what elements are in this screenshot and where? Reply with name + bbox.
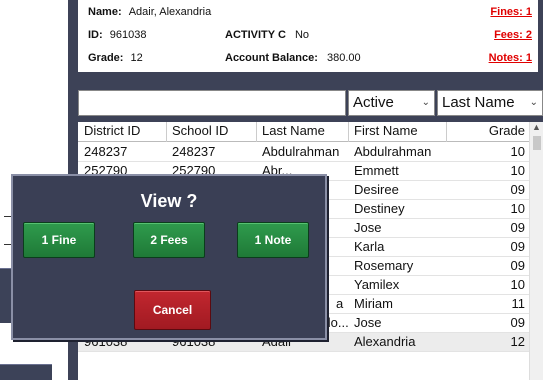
- cancel-button[interactable]: Cancel: [134, 290, 211, 330]
- balance-row: Account Balance: 380.00: [225, 52, 361, 64]
- status-select-value: Active: [353, 94, 394, 111]
- cell-first-name: Miriam: [354, 296, 393, 311]
- cell-grade: 11: [511, 296, 526, 311]
- column-divider: [256, 122, 257, 142]
- chevron-down-icon: ⌄: [421, 97, 430, 108]
- view-dialog: View ? 1 Fine 2 Fees 1 Note Cancel: [11, 174, 327, 340]
- cell-first-name: Abdulrahman: [354, 144, 432, 159]
- cell-last-name: Abdulrahman: [262, 144, 340, 159]
- view-fees-button[interactable]: 2 Fees: [133, 222, 205, 258]
- cell-grade: 09: [510, 258, 525, 273]
- cell-grade: 10: [510, 277, 525, 292]
- cell-grade: 09: [510, 220, 525, 235]
- student-id: 961038: [109, 29, 147, 41]
- fines-link[interactable]: Fines: 1: [490, 6, 532, 18]
- column-header-district-id[interactable]: District ID: [84, 123, 164, 138]
- column-divider: [166, 122, 167, 142]
- status-select[interactable]: Active ⌄: [348, 90, 435, 116]
- sort-select[interactable]: Last Name ⌄: [437, 90, 543, 116]
- column-divider: [446, 122, 447, 142]
- grade-label: Grade:: [88, 52, 124, 64]
- cell-grade: 09: [510, 182, 525, 197]
- cell-first-name: Rosemary: [354, 258, 414, 273]
- table-header: District ID School ID Last Name First Na…: [78, 122, 529, 142]
- cell-first-name: Destiney: [354, 201, 405, 216]
- chevron-down-icon: ⌄: [529, 97, 538, 108]
- cell-grade: 12: [510, 334, 525, 349]
- dialog-title: View ?: [140, 191, 198, 211]
- table-row[interactable]: 248237 248237 Abdulrahman Abdulrahman 10: [78, 143, 529, 162]
- student-grade: 12: [130, 52, 143, 64]
- cell-grade: 10: [510, 201, 525, 216]
- cell-school-id: 248237: [172, 144, 216, 159]
- notes-link[interactable]: Notes: 1: [489, 52, 532, 64]
- cell-grade: 10: [510, 163, 525, 178]
- activity-label: ACTIVITY C: [225, 29, 286, 41]
- cell-grade: 09: [510, 315, 525, 330]
- cell-first-name: Alexandria: [354, 334, 416, 349]
- scroll-up-arrow-icon[interactable]: ▲: [532, 122, 541, 132]
- column-header-grade[interactable]: Grade: [465, 123, 525, 138]
- student-id-row: ID: 961038: [88, 29, 146, 41]
- balance-label: Account Balance:: [225, 52, 318, 64]
- column-header-last-name[interactable]: Last Name: [262, 123, 348, 138]
- column-header-first-name[interactable]: First Name: [354, 123, 444, 138]
- id-label: ID:: [88, 29, 103, 41]
- student-name-row: Name: Adair, Alexandria: [88, 6, 211, 18]
- account-balance: 380.00: [326, 52, 361, 64]
- cell-first-name: Karla: [354, 239, 385, 254]
- student-info-panel: Name: Adair, Alexandria ID: 961038 Grade…: [78, 0, 538, 72]
- cell-first-name: Emmett: [354, 163, 399, 178]
- search-input[interactable]: [78, 90, 346, 116]
- activity-row: ACTIVITY C No: [225, 29, 309, 41]
- view-fine-button[interactable]: 1 Fine: [23, 222, 95, 258]
- cell-district-id: 248237: [84, 144, 128, 159]
- sort-select-value: Last Name: [442, 94, 515, 111]
- left-side-button[interactable]: [0, 364, 52, 380]
- column-header-school-id[interactable]: School ID: [172, 123, 252, 138]
- fees-link[interactable]: Fees: 2: [494, 29, 532, 41]
- cell-grade: 10: [510, 144, 525, 159]
- cell-first-name: Desiree: [354, 182, 399, 197]
- cell-grade: 09: [510, 239, 525, 254]
- cell-first-name: Yamilex: [354, 277, 400, 292]
- student-name: Adair, Alexandria: [128, 6, 212, 18]
- activity-value: No: [294, 29, 310, 41]
- column-divider: [348, 122, 349, 142]
- view-note-button[interactable]: 1 Note: [237, 222, 309, 258]
- table-scrollbar[interactable]: ▲: [529, 122, 543, 380]
- scroll-thumb[interactable]: [533, 136, 541, 150]
- cell-first-name: Jose: [354, 220, 382, 235]
- cell-first-name: Jose: [354, 315, 382, 330]
- name-label: Name:: [88, 6, 122, 18]
- student-grade-row: Grade: 12: [88, 52, 143, 64]
